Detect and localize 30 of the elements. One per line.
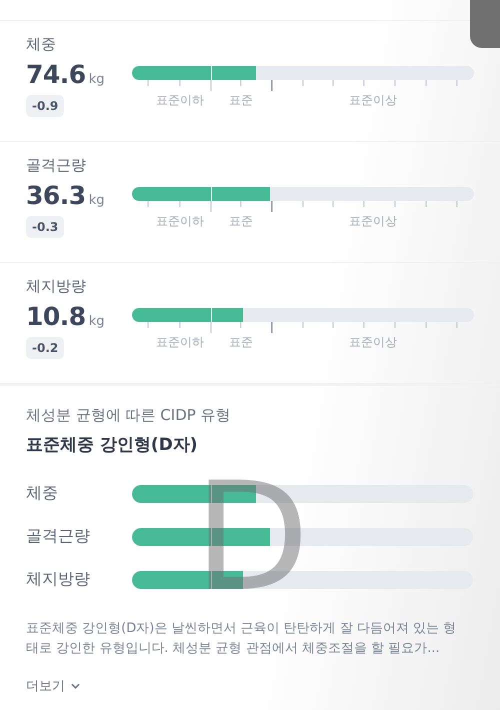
scale-label: 표준 bbox=[228, 92, 253, 109]
scale-label: 표준이상 bbox=[349, 213, 398, 230]
metric-label: 체중 bbox=[26, 35, 57, 54]
more-button[interactable]: 더보기 bbox=[26, 677, 80, 695]
bar-label: 체중 bbox=[26, 483, 59, 504]
chevron-down-icon bbox=[71, 683, 80, 689]
unit-label: kg bbox=[88, 193, 104, 208]
section-title: 체성분 균형에 따른 CIDP 유형 bbox=[26, 406, 232, 425]
unit-label: kg bbox=[88, 72, 104, 87]
metric-value: 36.3 bbox=[26, 181, 86, 210]
scale-label: 표준이상 bbox=[349, 334, 398, 351]
bar-label: 골격근량 bbox=[26, 526, 91, 547]
metric-label: 골격근량 bbox=[26, 156, 87, 175]
change-badge: -0.3 bbox=[26, 216, 64, 238]
scale-label: 표준이하 bbox=[156, 213, 204, 230]
floating-panel bbox=[470, 0, 500, 48]
unit-label: kg bbox=[88, 314, 104, 329]
metric-label: 체지방량 bbox=[26, 277, 87, 296]
scale-label: 표준이하 bbox=[156, 334, 204, 351]
scale-label: 표준이하 bbox=[156, 92, 204, 109]
change-badge: -0.2 bbox=[26, 337, 64, 359]
scale-label: 표준 bbox=[228, 213, 253, 230]
scale-label: 표준이상 bbox=[349, 92, 398, 109]
metric-value: 10.8 bbox=[26, 302, 86, 331]
change-badge: -0.9 bbox=[26, 95, 64, 117]
bar-label: 체지방량 bbox=[26, 569, 91, 590]
metric-value: 74.6 bbox=[26, 60, 86, 89]
scale-label: 표준 bbox=[228, 334, 253, 351]
description-text: 표준체중 강인형(D자)은 날씬하면서 근육이 탄탄하게 잘 다듬어져 있는 형태로 강인한 유형입니다. 체성분 균형 관점에서 체중조절을 할 필요가... bbox=[26, 620, 458, 658]
type-heading: 표준체중 강인형(D자) bbox=[26, 434, 199, 456]
